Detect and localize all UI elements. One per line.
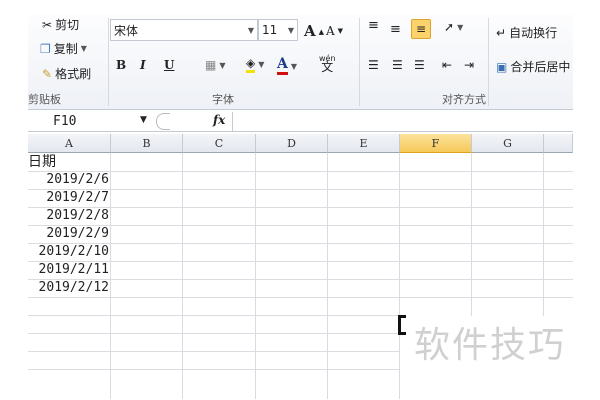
insert-function-button[interactable]: fx	[213, 113, 225, 127]
align-middle-button[interactable]: ≡	[390, 22, 401, 37]
gridline	[28, 333, 400, 334]
fill-color-button[interactable]: ◈ ▼	[246, 56, 264, 73]
cell-a1[interactable]: 日期	[28, 153, 111, 171]
column-header-e[interactable]: E	[328, 134, 400, 153]
name-box[interactable]: F10	[28, 112, 153, 132]
wrap-text-button[interactable]: ↵ 自动换行	[496, 24, 557, 41]
column-header-g[interactable]: G	[472, 134, 544, 153]
underline-button[interactable]: U	[164, 58, 174, 72]
wrap-text-icon: ↵	[496, 25, 507, 40]
copy-button[interactable]: ❐ 复制 ▼	[40, 40, 87, 57]
gridline	[543, 153, 544, 316]
cell-a3[interactable]: 2019/2/7	[28, 189, 111, 207]
phonetic-icon: 文	[321, 60, 334, 74]
alignment-group-label: 对齐方式	[442, 93, 486, 106]
formula-input[interactable]	[232, 112, 573, 132]
cut-button[interactable]: ✂ 剪切	[42, 16, 79, 33]
align-top-button[interactable]: ≡	[368, 18, 379, 33]
scissors-icon: ✂	[42, 17, 53, 32]
cell-a7[interactable]: 2019/2/11	[28, 261, 111, 279]
splitter-handle[interactable]	[156, 113, 170, 130]
align-bottom-button[interactable]: ≡	[411, 19, 431, 39]
brush-icon: ✎	[42, 66, 53, 81]
merge-center-button[interactable]: ▣ 合并后居中	[496, 58, 573, 75]
formula-bar: F10 ▼ fx	[28, 112, 573, 132]
column-header-d[interactable]: D	[256, 134, 328, 153]
copy-icon: ❐	[40, 41, 51, 56]
gridline	[28, 297, 573, 298]
grow-font-button[interactable]: A ▲	[304, 22, 324, 40]
chevron-down-icon: ▼	[247, 25, 254, 35]
cell-a2[interactable]: 2019/2/6	[28, 171, 111, 189]
column-header-blank[interactable]	[544, 134, 573, 153]
font-size-select[interactable]: 11 ▼	[258, 19, 298, 41]
gridline	[28, 369, 400, 370]
increase-indent-button[interactable]: ⇥	[464, 58, 474, 72]
cell-a8[interactable]: 2019/2/12	[28, 279, 111, 297]
align-right-button[interactable]: ☰	[414, 58, 425, 72]
watermark: 软件技巧	[414, 325, 567, 366]
bold-button[interactable]: B	[116, 58, 126, 72]
merge-icon: ▣	[496, 59, 508, 74]
paint-bucket-icon: ◈	[246, 56, 256, 73]
column-header-f[interactable]: F	[400, 134, 472, 153]
align-left-button[interactable]: ☰	[368, 58, 379, 72]
format-painter-button[interactable]: ✎ 格式刷	[42, 65, 91, 82]
gridline	[28, 315, 400, 316]
border-icon: ▦	[205, 58, 217, 72]
cell-a5[interactable]: 2019/2/9	[28, 225, 111, 243]
chevron-down-icon[interactable]: ▼	[140, 115, 147, 125]
font-group-label: 字体	[212, 93, 234, 106]
italic-button[interactable]: I	[140, 58, 146, 72]
column-header-a[interactable]: A	[28, 134, 111, 153]
clipboard-group-label: 剪贴板	[28, 93, 61, 106]
ribbon: ✂ 剪切 ❐ 复制 ▼ ✎ 格式刷 剪贴板 宋体 ▼ 11 ▼ A ▲ A ▼ B I U ▦ ▼…	[28, 14, 573, 110]
phonetic-button[interactable]: wén 文	[319, 54, 336, 74]
align-center-button[interactable]: ☰	[392, 58, 403, 72]
decrease-indent-button[interactable]: ⇤	[442, 58, 452, 72]
shrink-font-button[interactable]: A ▼	[326, 24, 343, 38]
cell-a4[interactable]: 2019/2/8	[28, 207, 111, 225]
chevron-down-icon: ▼	[287, 25, 294, 35]
border-button[interactable]: ▦ ▼	[205, 58, 226, 72]
gridline	[28, 351, 400, 352]
column-header-b[interactable]: B	[111, 134, 183, 153]
orientation-button[interactable]: ➚ ▼	[444, 20, 463, 34]
font-name-select[interactable]: 宋体 ▼	[110, 19, 258, 41]
column-header-c[interactable]: C	[183, 134, 256, 153]
font-color-button[interactable]: A ▼	[277, 56, 297, 75]
cell-cursor	[398, 315, 406, 335]
gridline	[471, 153, 472, 316]
cell-a6[interactable]: 2019/2/10	[28, 243, 111, 261]
